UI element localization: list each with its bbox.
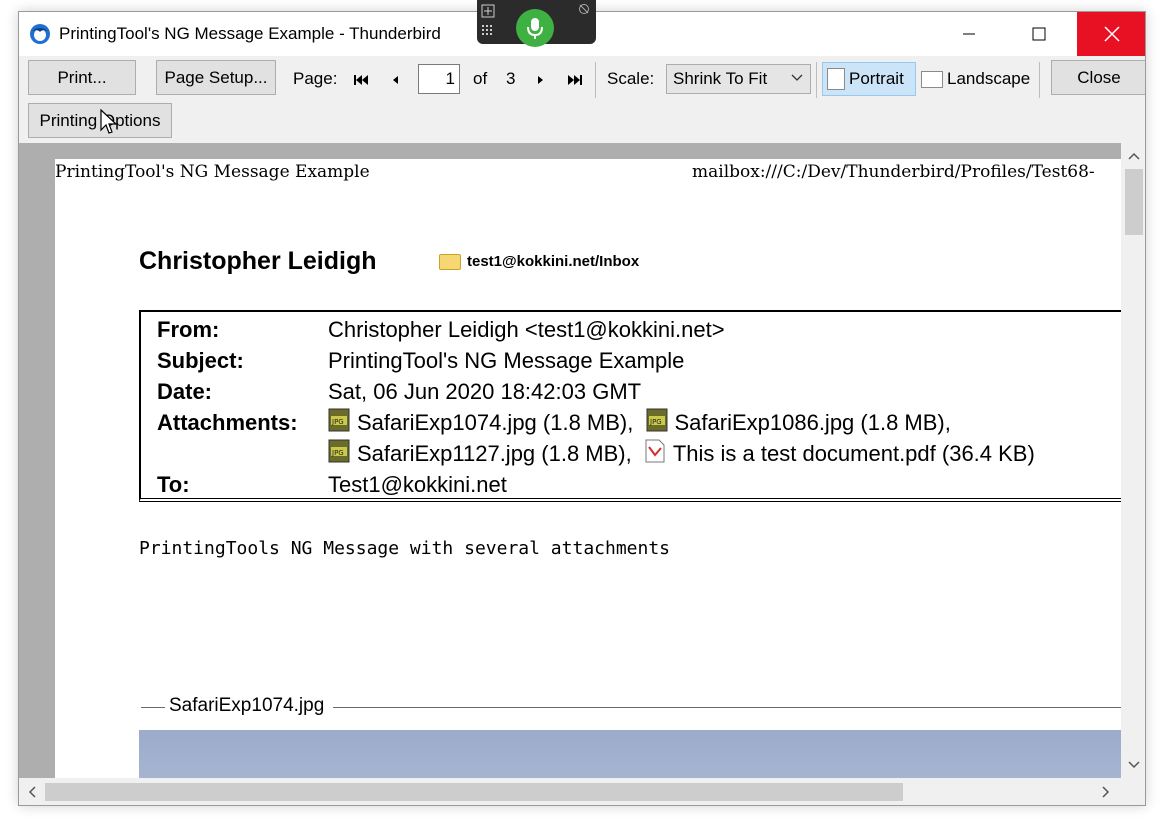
next-page-icon — [538, 76, 543, 84]
scale-value: Shrink To Fit — [673, 69, 768, 88]
subject-value: PrintingTool's NG Message Example — [328, 348, 685, 373]
add-icon[interactable] — [481, 4, 495, 18]
keypad-icon[interactable] — [481, 24, 495, 38]
chevron-right-icon — [1102, 786, 1110, 798]
last-page-button[interactable] — [566, 71, 584, 89]
horizontal-scrollbar[interactable] — [19, 778, 1121, 805]
scrollbar-corner — [1121, 778, 1145, 805]
page-header-url: mailbox:///C:/Dev/Thunderbird/Profiles/T… — [692, 162, 1095, 182]
landscape-button[interactable]: Landscape — [917, 62, 1035, 96]
last-page-icon — [568, 75, 582, 85]
next-page-button[interactable] — [532, 71, 550, 89]
minimize-icon — [963, 33, 975, 35]
toolbar-separator — [816, 62, 817, 98]
maximize-icon — [1032, 27, 1046, 41]
attachment-image-preview — [139, 730, 1121, 778]
thunderbird-print-preview-window: PrintingTool's NG Message Example - Thun… — [18, 11, 1146, 806]
svg-text:JPG: JPG — [331, 418, 344, 426]
sender-name: Christopher Leidigh — [139, 247, 377, 275]
scale-label: Scale: — [607, 69, 655, 88]
page-setup-button[interactable]: Page Setup... — [156, 60, 276, 95]
folder-icon — [439, 253, 461, 270]
from-key: From: — [157, 317, 220, 342]
page-header-title: PrintingTool's NG Message Example — [55, 162, 370, 182]
microphone-icon — [527, 18, 543, 39]
toolbar-separator — [595, 62, 596, 98]
attachments-key: Attachments: — [157, 410, 298, 435]
attachment-item: JPG SafariExp1127.jpg (1.8 MB), — [328, 439, 632, 467]
scroll-up-button[interactable] — [1125, 147, 1143, 165]
print-preview-toolbar: Print... Page Setup... Page: 1 of 3 Scal… — [19, 56, 1145, 143]
date-value: Sat, 06 Jun 2020 18:42:03 GMT — [328, 379, 642, 404]
scroll-right-button[interactable] — [1097, 783, 1115, 801]
previous-page-button[interactable] — [386, 71, 404, 89]
from-value: Christopher Leidigh <test1@kokkini.net> — [328, 317, 725, 342]
date-key: Date: — [157, 379, 213, 404]
page-total: 3 — [506, 69, 516, 88]
page-number-input[interactable]: 1 — [418, 64, 460, 94]
landscape-label: Landscape — [947, 69, 1031, 88]
page-label: Page: — [293, 69, 338, 88]
close-window-button[interactable] — [1077, 12, 1145, 56]
portrait-button[interactable]: Portrait — [822, 62, 916, 96]
to-value: Test1@kokkini.net — [328, 472, 507, 497]
attachment-item: JPG SafariExp1074.jpg (1.8 MB), — [328, 408, 633, 436]
separator-line — [333, 707, 1121, 708]
horizontal-scroll-thumb[interactable] — [45, 783, 903, 801]
print-button[interactable]: Print... — [28, 60, 136, 95]
previous-page-icon — [393, 76, 398, 84]
chevron-left-icon — [28, 786, 36, 798]
scale-select[interactable]: Shrink To Fit — [666, 64, 811, 94]
chevron-up-icon — [1128, 152, 1140, 160]
chevron-down-icon — [1128, 761, 1140, 769]
scroll-down-button[interactable] — [1125, 756, 1143, 774]
attachment-item: This is a test document.pdf (36.4 KB) — [644, 439, 1035, 467]
jpg-file-icon: JPG — [328, 408, 350, 432]
attachment-line-2: JPG SafariExp1127.jpg (1.8 MB), This is … — [328, 439, 1035, 472]
close-icon — [1104, 26, 1120, 42]
settings-icon[interactable] — [578, 3, 590, 15]
close-button[interactable]: Close — [1051, 60, 1145, 95]
subject-key: Subject: — [157, 348, 244, 373]
attachment-separator: SafariExp1074.jpg — [141, 695, 1121, 717]
minimize-button[interactable] — [935, 12, 1003, 56]
attachment-item: JPG SafariExp1086.jpg (1.8 MB), — [646, 408, 951, 436]
portrait-label: Portrait — [849, 69, 904, 88]
toolbar-separator — [1039, 62, 1040, 98]
preview-page: PrintingTool's NG Message Example mailbo… — [55, 159, 1121, 778]
portrait-page-icon — [827, 68, 845, 90]
attachment-line-1: JPG SafariExp1074.jpg (1.8 MB), JPG Safa… — [328, 408, 951, 441]
thunderbird-icon — [30, 24, 50, 44]
scroll-left-button[interactable] — [23, 783, 41, 801]
print-preview-area[interactable]: PrintingTool's NG Message Example mailbo… — [19, 143, 1121, 778]
to-key: To: — [157, 472, 190, 497]
message-body: PrintingTools NG Message with several at… — [139, 538, 671, 559]
message-header-table: From: Christopher Leidigh <test1@kokkini… — [139, 310, 1121, 502]
microphone-button[interactable] — [516, 9, 554, 47]
folder-path: test1@kokkini.net/Inbox — [439, 253, 639, 270]
dictation-toolbar — [477, 0, 596, 47]
landscape-page-icon — [921, 70, 943, 88]
first-page-icon — [354, 75, 368, 85]
maximize-button[interactable] — [1005, 12, 1073, 56]
svg-text:JPG: JPG — [649, 418, 662, 426]
vertical-scroll-thumb[interactable] — [1125, 169, 1143, 235]
pdf-file-icon — [645, 439, 665, 463]
folder-label: test1@kokkini.net/Inbox — [467, 253, 640, 270]
window-title: PrintingTool's NG Message Example - Thun… — [59, 24, 441, 43]
chevron-down-icon — [791, 74, 803, 81]
separator-line — [141, 707, 165, 708]
jpg-file-icon: JPG — [328, 439, 350, 463]
svg-text:JPG: JPG — [331, 449, 344, 457]
of-label: of — [473, 69, 488, 88]
first-page-button[interactable] — [352, 71, 370, 89]
attachment-separator-label: SafariExp1074.jpg — [165, 695, 329, 717]
jpg-file-icon: JPG — [646, 408, 667, 432]
mouse-cursor-icon — [100, 109, 118, 134]
vertical-scrollbar[interactable] — [1121, 143, 1145, 778]
